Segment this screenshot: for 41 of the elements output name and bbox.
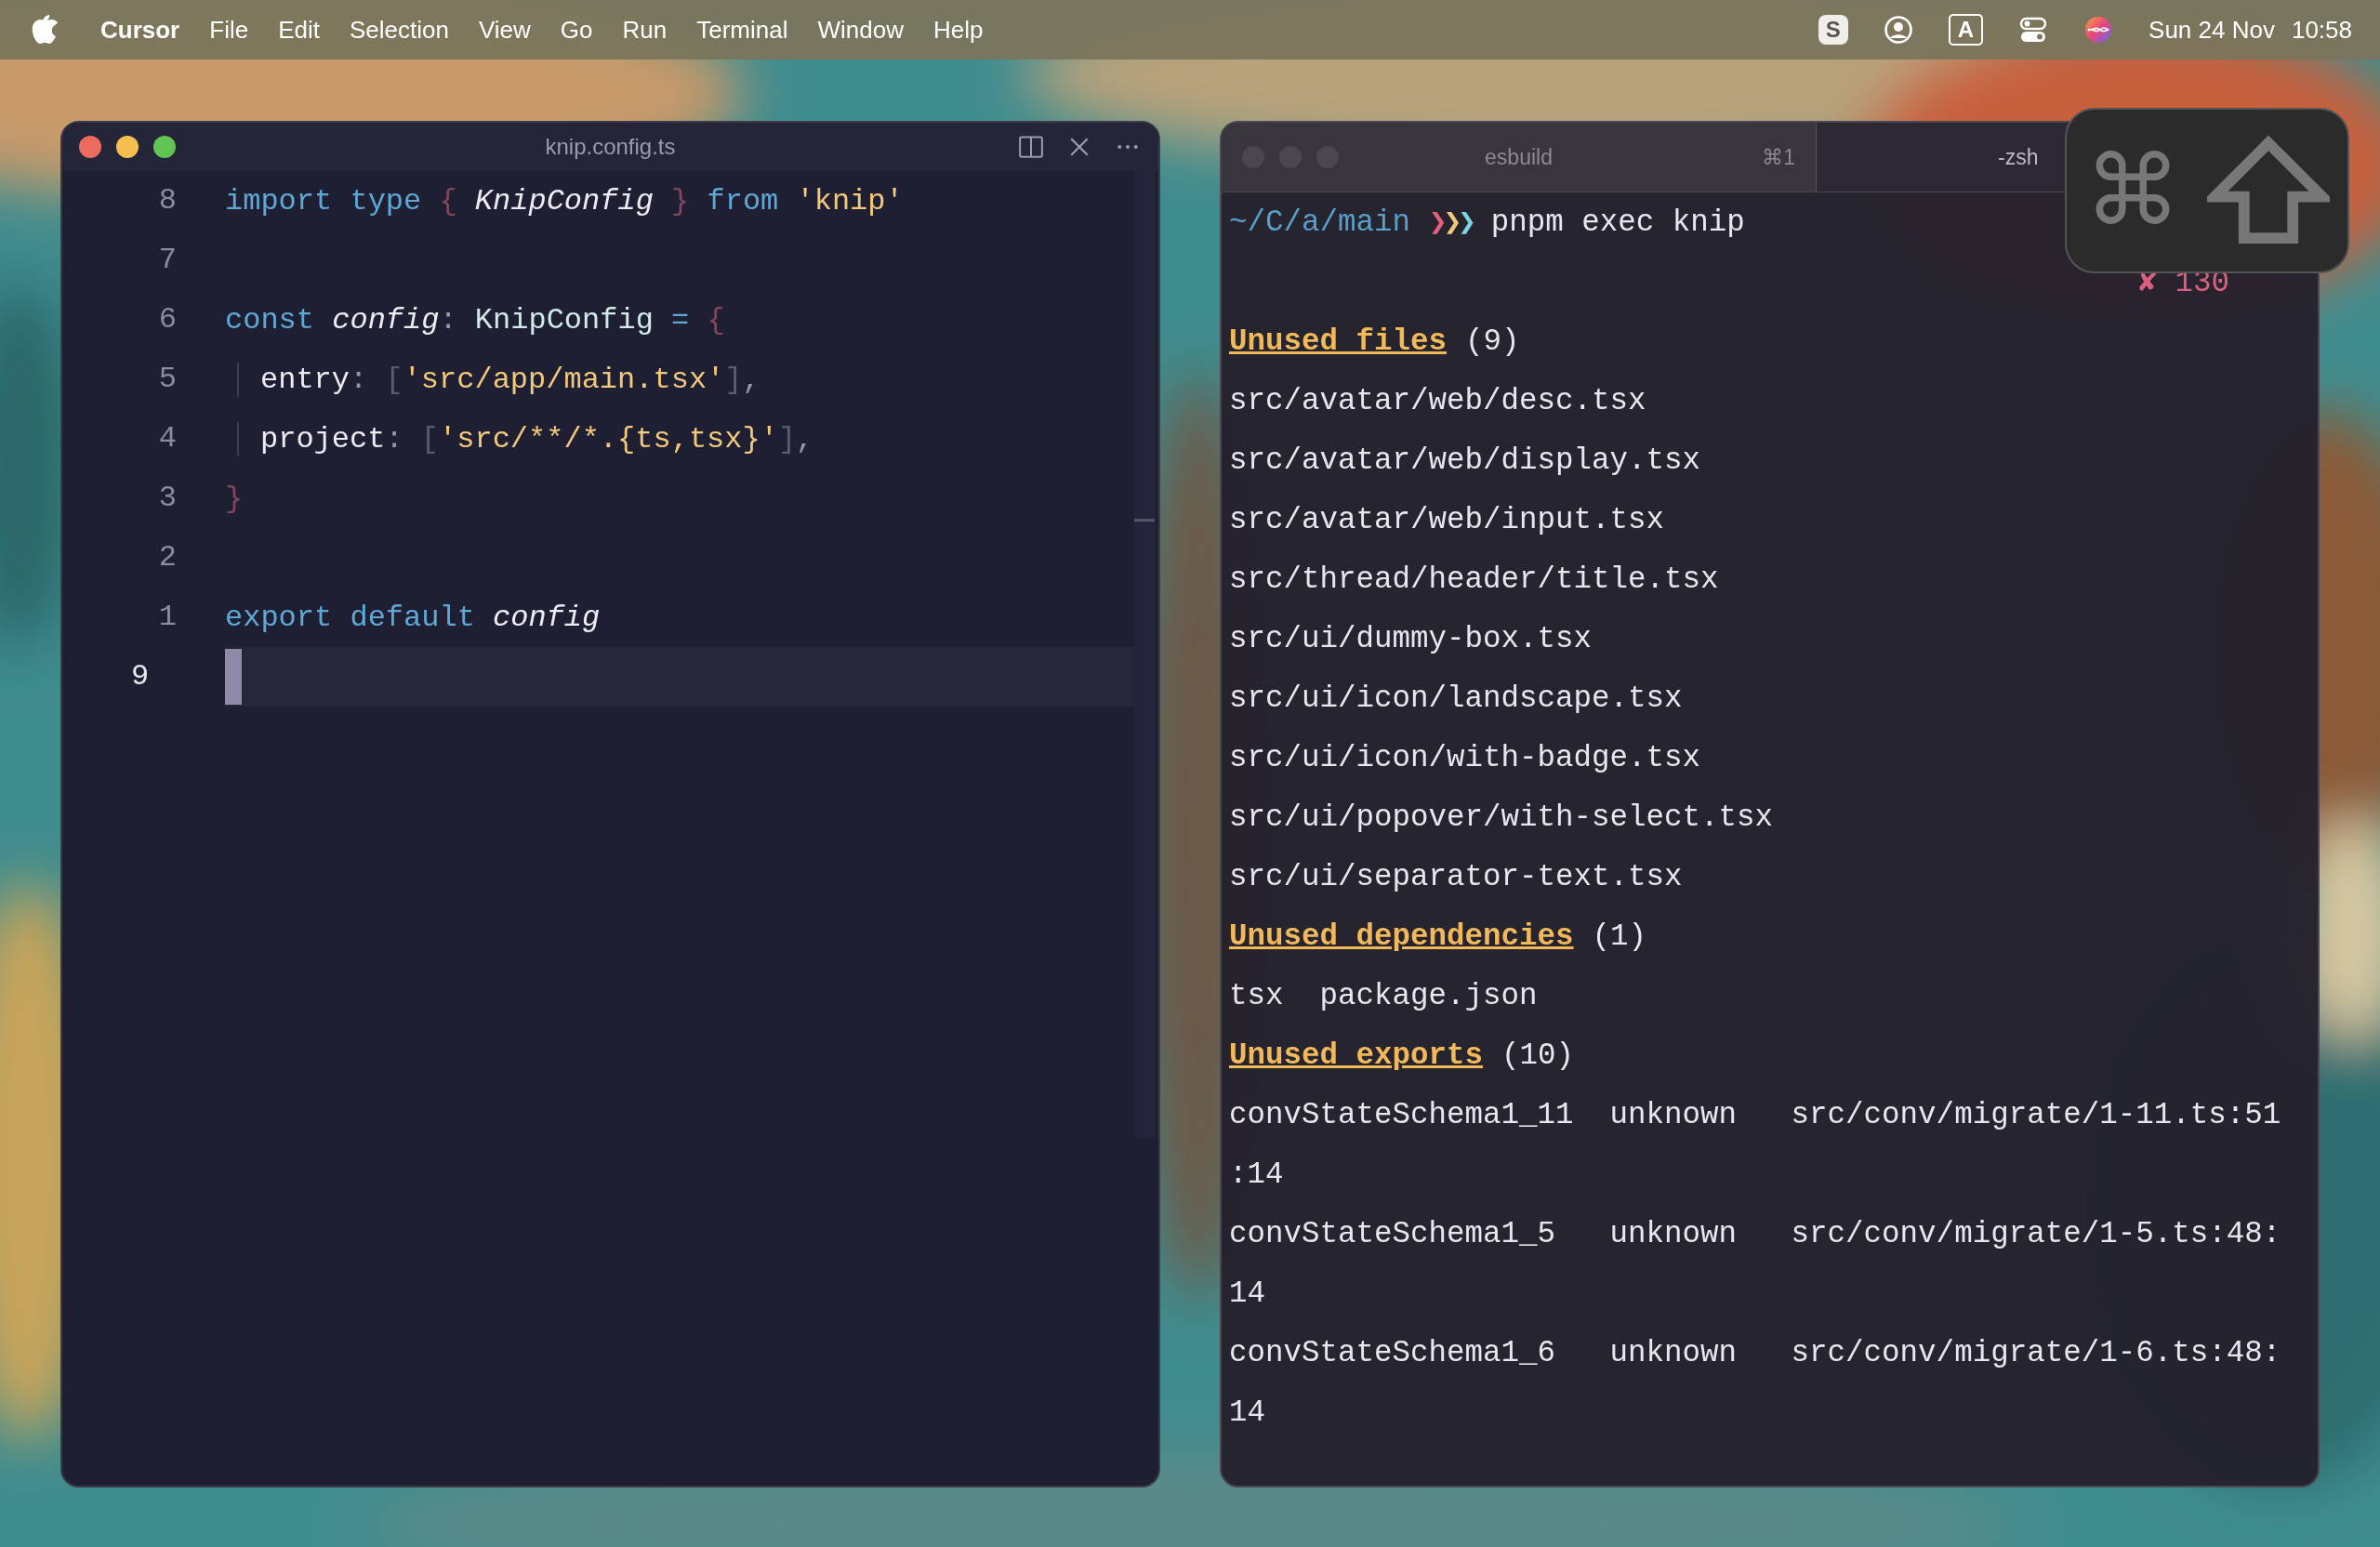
output-line: 14 xyxy=(1229,1276,1265,1311)
tab-shortcut: ⌘1 xyxy=(1762,144,1795,170)
output-line: src/ui/icon/with-badge.tsx xyxy=(1229,740,1701,775)
section-count: (10) xyxy=(1501,1038,1575,1073)
output-line: tsx package.json xyxy=(1229,978,1538,1013)
output-line: src/ui/icon/landscape.tsx xyxy=(1229,681,1683,716)
output-line: convStateSchema1_6 unknown src/conv/migrate/1-6.ts:48: xyxy=(1229,1335,2281,1370)
command-text: pnpm exec knip xyxy=(1490,205,1745,240)
prompt-path: ~/C/a/main xyxy=(1229,205,1411,240)
output-line: src/ui/dummy-box.tsx xyxy=(1229,621,1593,656)
output-line: src/ui/separator-text.tsx xyxy=(1229,859,1683,894)
line-number: 6 xyxy=(157,301,178,338)
output-line: convStateSchema1_11 unknown src/conv/migrate/1-11.ts:51 xyxy=(1229,1097,2281,1132)
section-count: (9) xyxy=(1465,324,1520,359)
output-line: src/avatar/web/desc.tsx xyxy=(1229,383,1646,418)
tab-label: esbuild xyxy=(1485,144,1553,170)
code-line: } xyxy=(225,481,244,516)
line-number: 9 xyxy=(130,658,151,695)
tab-label: -zsh xyxy=(1998,144,2039,170)
output-line: src/ui/popover/with-select.tsx xyxy=(1229,800,1774,835)
line-number: 8 xyxy=(157,182,178,219)
output-line: 14 xyxy=(1229,1395,1265,1430)
code-line: import type { KnipConfig } from 'knip' xyxy=(225,183,904,218)
line-number: 1 xyxy=(157,599,178,636)
section-heading: Unused files xyxy=(1229,324,1448,359)
output-line: src/avatar/web/input.tsx xyxy=(1229,502,1665,537)
line-number: 4 xyxy=(157,420,178,457)
line-number: 7 xyxy=(157,242,178,279)
code-line: export default config xyxy=(225,600,601,635)
section-heading: Unused exports xyxy=(1229,1038,1484,1073)
code-line: const config: KnipConfig = { xyxy=(225,302,725,337)
section-heading: Unused dependencies xyxy=(1229,919,1574,954)
line-number: 2 xyxy=(157,539,178,576)
line-number: 5 xyxy=(157,361,178,398)
section-count: (1) xyxy=(1592,919,1647,954)
prompt-chevrons: ❯❯❯ xyxy=(1429,205,1473,241)
output-line: src/avatar/web/display.tsx xyxy=(1229,443,1701,478)
output-line: :14 xyxy=(1229,1157,1284,1192)
output-line: src/thread/header/title.tsx xyxy=(1229,562,1719,597)
line-number: 3 xyxy=(157,480,178,517)
output-line: convStateSchema1_5 unknown src/conv/migrate/1-5.ts:48: xyxy=(1229,1216,2281,1251)
